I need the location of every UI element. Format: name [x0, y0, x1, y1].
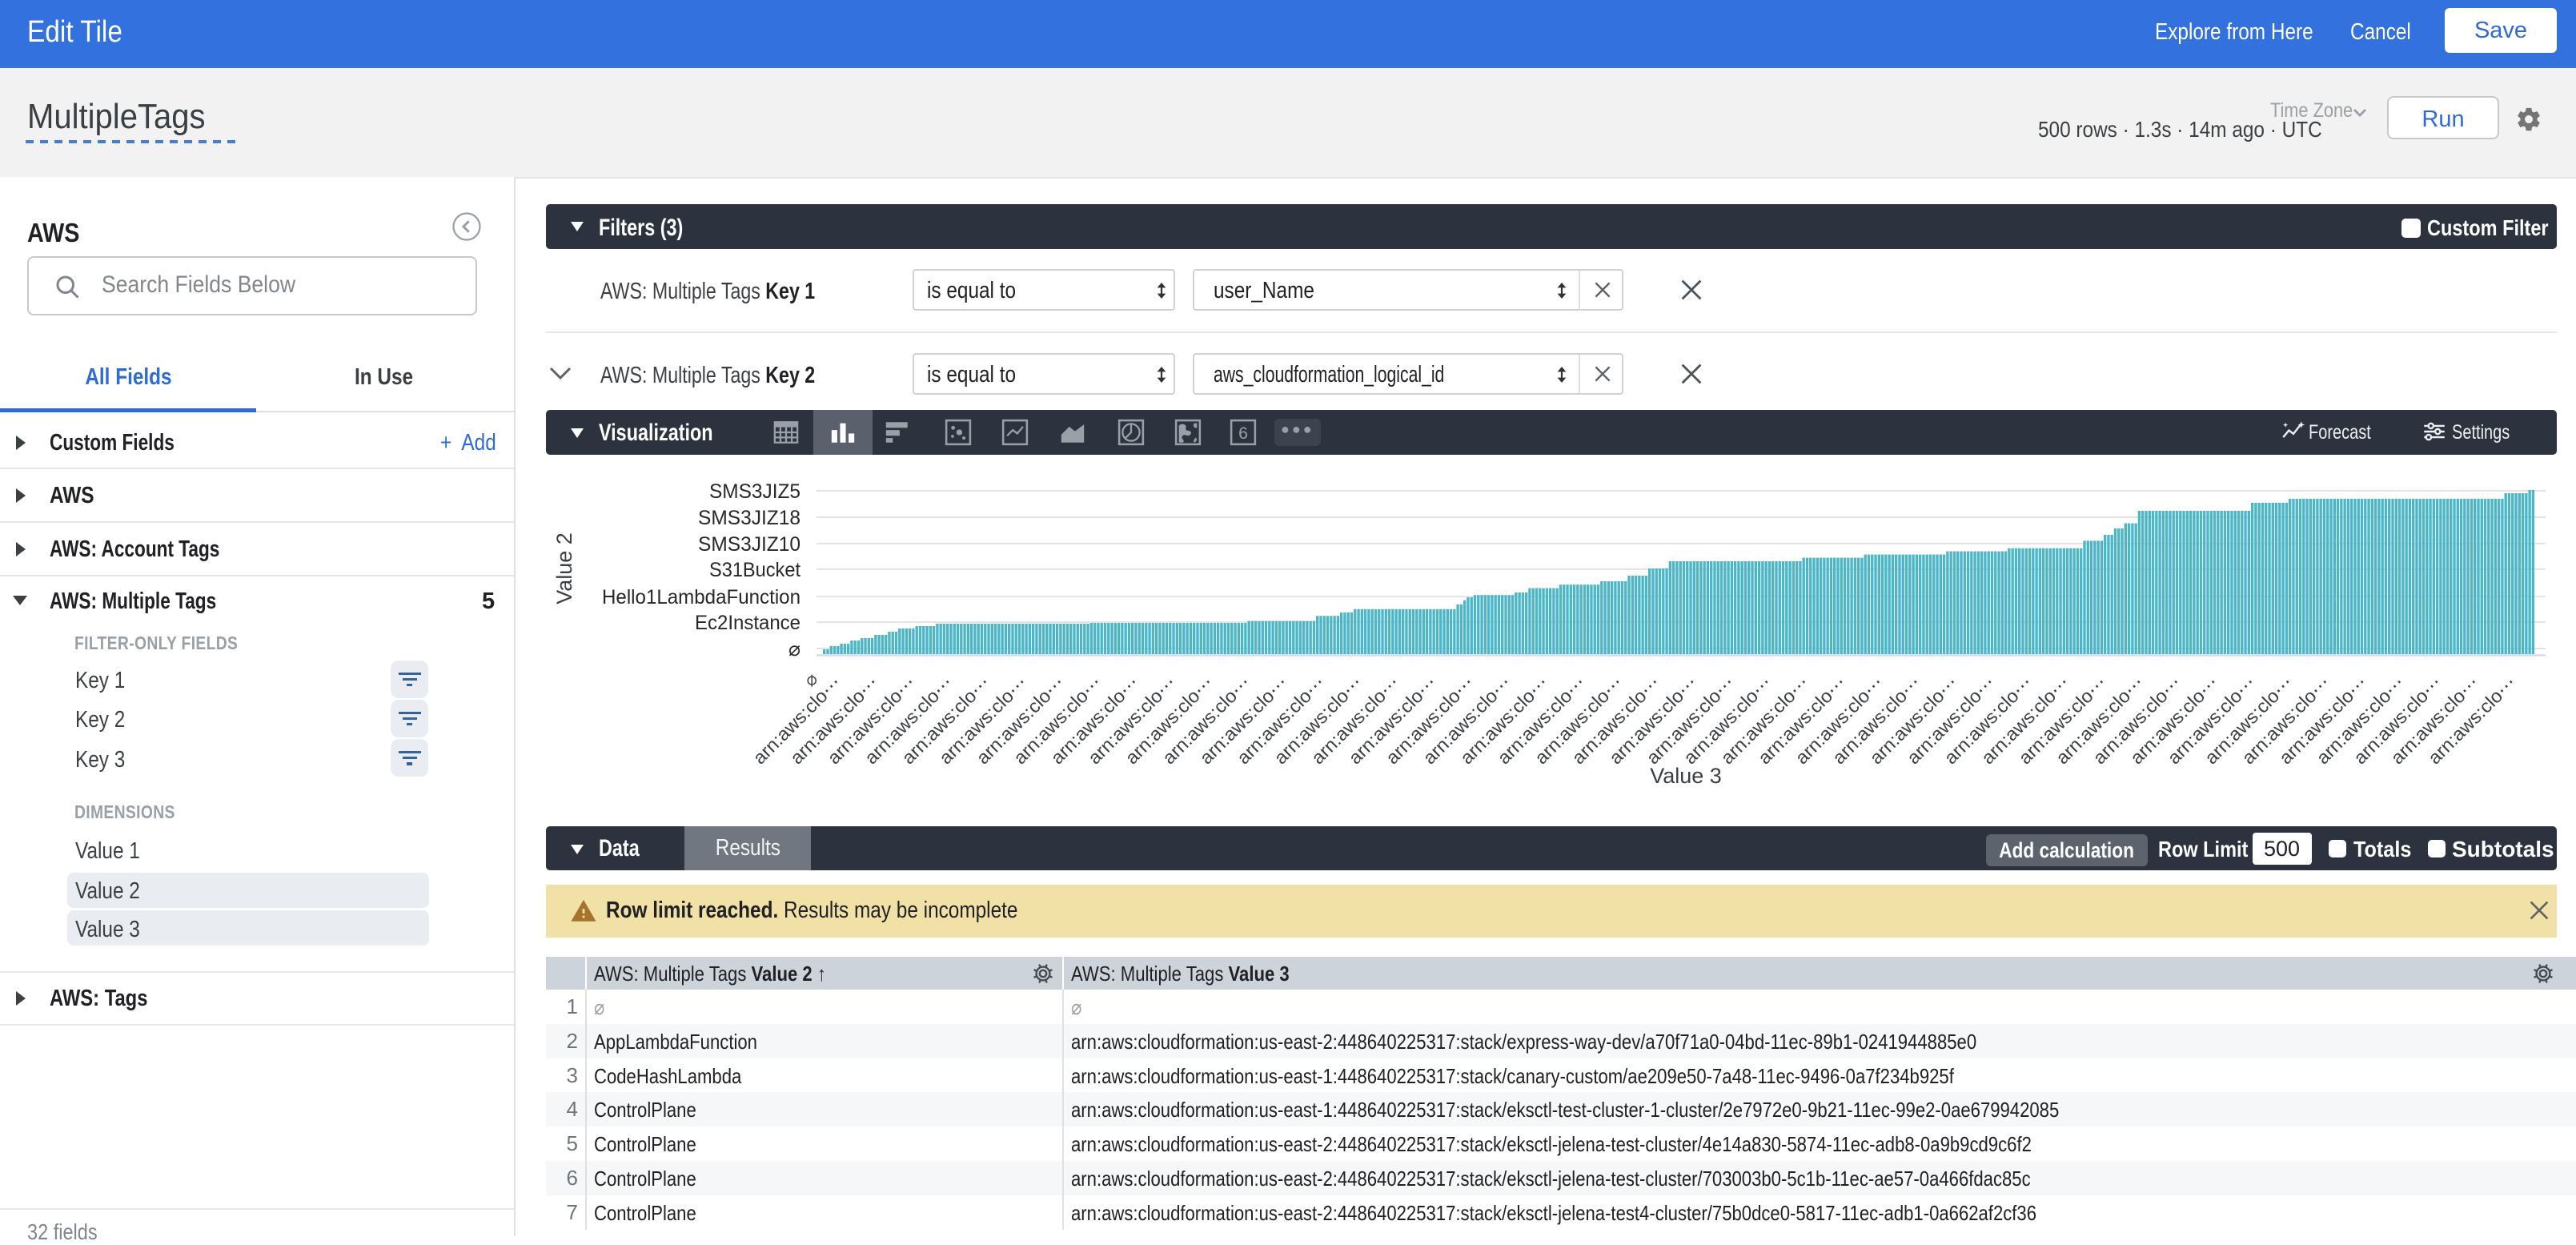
svg-text:SMS3JIZ5: SMS3JIZ5 — [709, 480, 800, 503]
svg-text:Value 2: Value 2 — [552, 532, 576, 604]
svg-text:SMS3JIZ10: SMS3JIZ10 — [698, 533, 800, 556]
svg-text:Hello1LambdaFunction: Hello1LambdaFunction — [602, 586, 800, 608]
svg-text:S31Bucket: S31Bucket — [709, 559, 800, 581]
svg-text:6: 6 — [1238, 424, 1248, 443]
svg-text:Value 3: Value 3 — [1650, 764, 1722, 788]
svg-text:Ec2Instance: Ec2Instance — [695, 612, 800, 634]
svg-text:SMS3JIZ18: SMS3JIZ18 — [698, 507, 800, 529]
svg-text:⌀: ⌀ — [788, 638, 800, 661]
